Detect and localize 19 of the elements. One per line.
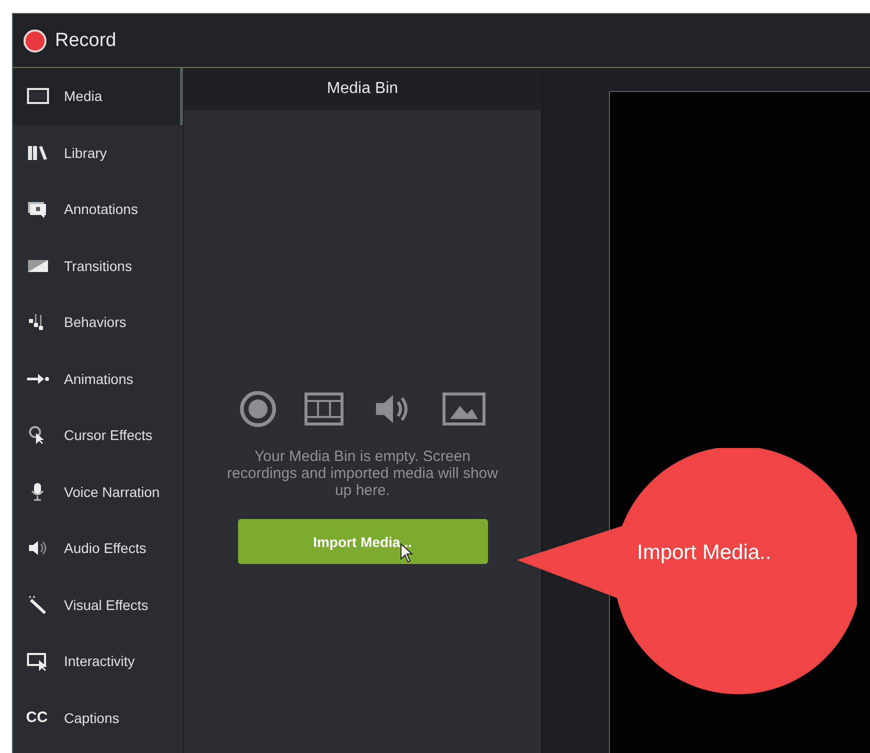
empty-message: Your Media Bin is empty. Screen recordings and imported media will show up here. [226, 448, 499, 499]
window-title: Record [55, 30, 116, 52]
sidebar-item[interactable]: Audio Effects [13, 520, 183, 576]
sidebar-item[interactable]: Interactivity [13, 633, 183, 690]
panel-title: Media Bin [326, 80, 398, 98]
sidebar-item[interactable]: Voice Narration [13, 464, 183, 520]
sidebar-item[interactable]: Animations [13, 350, 183, 407]
sidebar-item[interactable]: Cursor Effects [13, 407, 183, 464]
sidebar-item[interactable]: Transitions [13, 238, 183, 294]
sidebar-item[interactable]: Visual Effects [13, 576, 183, 633]
sidebar-item[interactable]: Library [13, 124, 183, 181]
callout-text: Import Media.. [637, 541, 772, 565]
sidebar-item[interactable]: Annotations [13, 181, 183, 238]
record-icon [238, 390, 276, 428]
sidebar-item[interactable]: Media [13, 68, 183, 124]
image-icon [440, 392, 486, 426]
sidebar-item[interactable]: Behaviors [13, 294, 183, 350]
record-icon[interactable] [23, 28, 47, 52]
sidebar-item[interactable]: CC Captions [13, 690, 183, 746]
